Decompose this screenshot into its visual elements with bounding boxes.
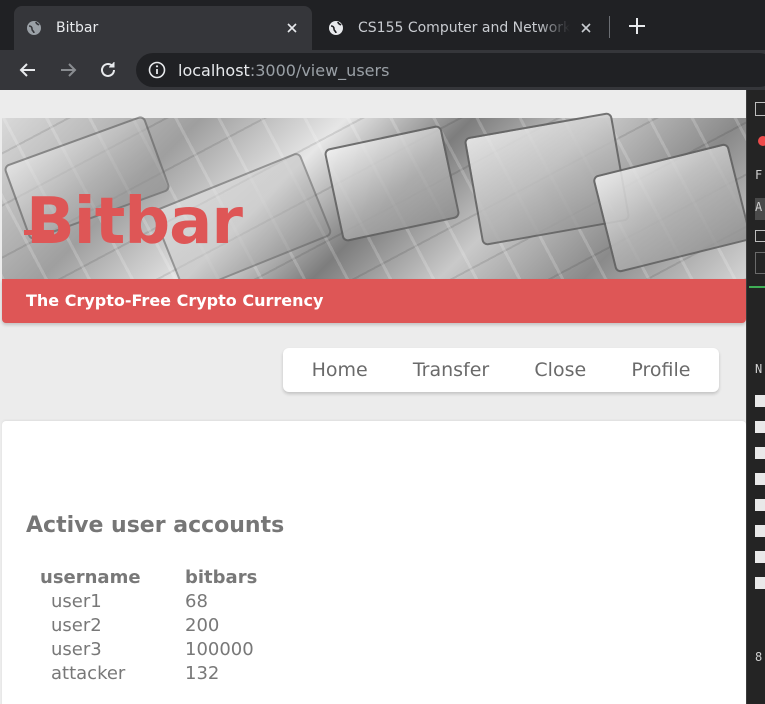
devtools-timeline-bar — [749, 286, 765, 288]
globe-icon — [329, 21, 343, 35]
banner-chip — [323, 124, 461, 243]
devtools-inspect-icon[interactable] — [755, 102, 765, 116]
browser-tab-strip: Bitbar CS155 Computer and Network Securi… — [0, 0, 765, 50]
record-icon[interactable] — [758, 136, 765, 146]
username-cell: user2 — [51, 614, 102, 636]
table-row: user2 200 — [36, 613, 261, 637]
url-text: localhost:3000/view_users — [178, 61, 389, 80]
tab-bitbar[interactable]: Bitbar — [14, 6, 312, 50]
devtools-request-row[interactable] — [755, 447, 765, 459]
devtools-request-row[interactable] — [755, 421, 765, 433]
close-tab-icon[interactable] — [578, 20, 594, 36]
devtools-label: 8 — [755, 650, 763, 664]
nav-home-link[interactable]: Home — [312, 359, 368, 381]
header-banner: Bitbar The Crypto-Free Crypto Currency — [2, 111, 746, 323]
devtools-request-row[interactable] — [755, 551, 765, 563]
devtools-request-row[interactable] — [755, 499, 765, 511]
devtools-panel: F A N 8 — [746, 90, 765, 704]
nav-transfer-link[interactable]: Transfer — [413, 359, 489, 381]
url-host: localhost — [178, 60, 250, 80]
devtools-request-row[interactable] — [755, 395, 765, 407]
page-viewport: Bitbar The Crypto-Free Crypto Currency H… — [0, 90, 746, 704]
table-header-row: username bitbars — [36, 565, 261, 589]
devtools-label: F — [755, 168, 763, 182]
address-bar[interactable]: localhost:3000/view_users — [136, 53, 765, 87]
username-cell: user1 — [51, 590, 102, 612]
devtools-label: N — [755, 362, 763, 376]
column-header-bitbars: bitbars — [185, 566, 258, 588]
browser-toolbar: localhost:3000/view_users — [0, 50, 765, 90]
table-row: attacker 132 — [36, 661, 261, 685]
logo-strike — [24, 230, 54, 235]
bitbars-cell: 200 — [185, 614, 220, 636]
back-arrow-icon[interactable] — [16, 58, 40, 82]
forward-arrow-icon[interactable] — [56, 58, 80, 82]
table-row: user1 68 — [36, 589, 261, 613]
tab-separator — [609, 16, 610, 38]
column-header-username: username — [40, 566, 141, 588]
reload-icon[interactable] — [96, 58, 120, 82]
close-tab-icon[interactable] — [284, 20, 300, 36]
tab-title: Bitbar — [56, 20, 99, 36]
devtools-checkbox[interactable] — [755, 230, 765, 242]
url-path: :3000/view_users — [249, 60, 390, 80]
users-table: username bitbars user1 68 user2 200 user… — [36, 565, 261, 685]
devtools-filter-input[interactable] — [755, 252, 765, 274]
site-tagline: The Crypto-Free Crypto Currency — [2, 279, 746, 323]
devtools-request-row[interactable] — [755, 577, 765, 589]
devtools-label: A — [755, 200, 763, 214]
globe-icon — [27, 21, 41, 35]
username-cell: user3 — [51, 638, 102, 660]
tab-title: CS155 Computer and Network Security — [358, 20, 570, 36]
devtools-request-row[interactable] — [755, 525, 765, 537]
nav-close-link[interactable]: Close — [534, 359, 586, 381]
username-cell: attacker — [51, 662, 126, 684]
devtools-request-row[interactable] — [755, 473, 765, 485]
nav-profile-link[interactable]: Profile — [631, 359, 690, 381]
new-tab-icon[interactable] — [626, 15, 648, 37]
page-title: Active user accounts — [26, 513, 285, 538]
bitbars-cell: 100000 — [185, 638, 254, 660]
tab-cs155[interactable]: CS155 Computer and Network Security — [316, 6, 606, 50]
bitbars-cell: 132 — [185, 662, 220, 684]
bitbars-cell: 68 — [185, 590, 208, 612]
main-nav: Home Transfer Close Profile — [283, 348, 719, 392]
site-logo[interactable]: Bitbar — [26, 186, 243, 258]
info-icon[interactable] — [148, 61, 166, 79]
table-row: user3 100000 — [36, 637, 261, 661]
content-panel: Active user accounts username bitbars us… — [2, 421, 746, 704]
